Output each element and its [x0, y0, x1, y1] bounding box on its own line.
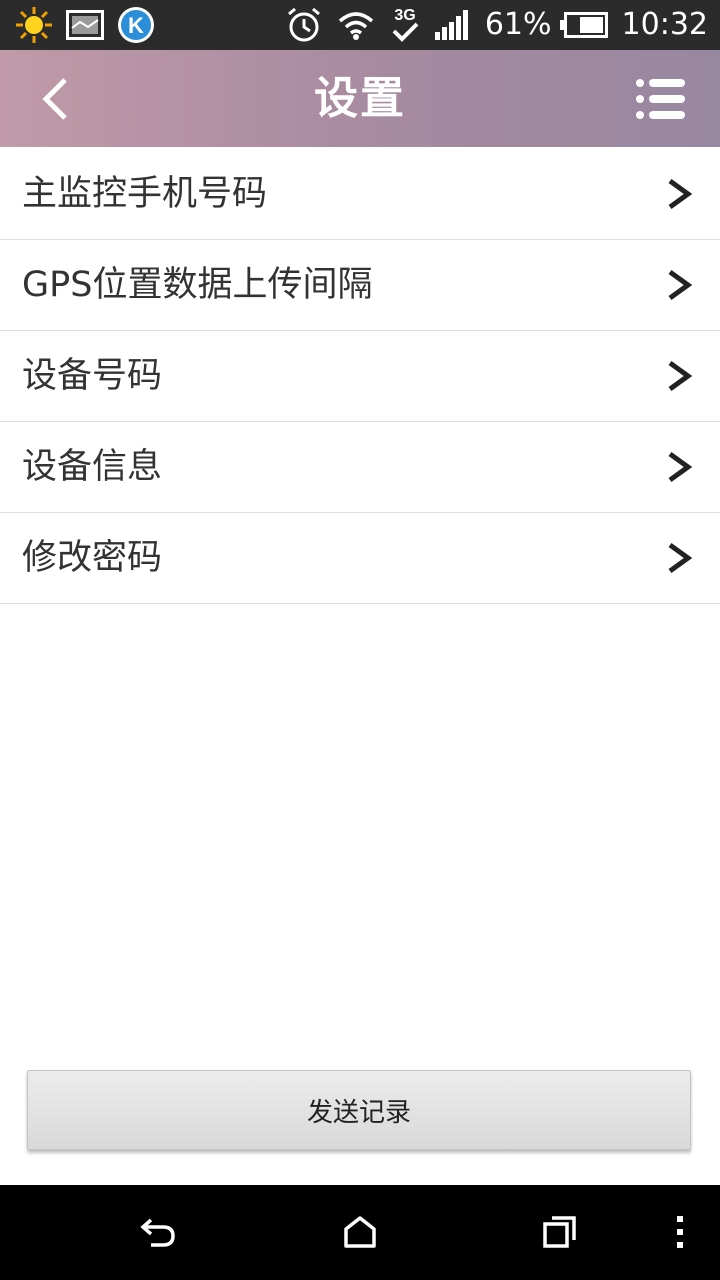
settings-item-label: 设备信息	[22, 447, 163, 487]
status-bar: K 3G 61% 10:32	[0, 0, 720, 50]
settings-item-label: GPS位置数据上传间隔	[22, 265, 373, 305]
chevron-right-icon	[668, 451, 693, 483]
list-menu-icon	[636, 79, 685, 119]
settings-item-label: 设备号码	[22, 356, 163, 396]
chevron-right-icon	[668, 178, 693, 210]
notification-icons: K	[14, 5, 156, 45]
settings-item-label: 主监控手机号码	[22, 174, 268, 214]
settings-list: 主监控手机号码 GPS位置数据上传间隔 设备号码 设备信息 修改密码	[0, 149, 720, 604]
kugou-app-icon: K	[118, 7, 154, 43]
nav-back-button[interactable]	[124, 1200, 194, 1264]
page-title: 设置	[314, 73, 406, 124]
signal-icon	[434, 10, 468, 40]
clock: 10:32	[621, 7, 708, 42]
settings-item-change-password[interactable]: 修改密码	[0, 513, 720, 604]
back-button[interactable]	[30, 72, 80, 126]
settings-item-device-info[interactable]: 设备信息	[0, 422, 720, 513]
svg-text:K: K	[128, 13, 144, 38]
chevron-right-icon	[668, 542, 693, 574]
menu-button[interactable]	[632, 74, 690, 124]
recent-apps-icon	[543, 1216, 576, 1248]
settings-item-gps-interval[interactable]: GPS位置数据上传间隔	[0, 240, 720, 331]
nav-home-button[interactable]	[325, 1200, 395, 1264]
settings-item-device-number[interactable]: 设备号码	[0, 331, 720, 422]
chevron-right-icon	[668, 269, 693, 301]
nav-recent-apps-button[interactable]	[525, 1200, 595, 1264]
nav-overflow-menu-button[interactable]	[645, 1200, 715, 1264]
system-status: 3G 61% 10:32	[285, 5, 708, 45]
app-header: 设置	[0, 50, 720, 147]
battery-icon	[559, 12, 608, 38]
settings-item-label: 修改密码	[22, 538, 163, 578]
3g-data-icon: 3G	[392, 7, 419, 42]
overflow-menu-icon	[677, 1216, 683, 1248]
wifi-icon	[338, 12, 373, 40]
send-records-button[interactable]: 发送记录	[27, 1070, 691, 1150]
alarm-icon	[287, 7, 320, 42]
back-icon	[140, 1218, 175, 1247]
navigation-bar	[0, 1185, 720, 1280]
home-icon	[344, 1216, 376, 1248]
svg-text:3G: 3G	[394, 7, 415, 24]
chevron-left-icon	[42, 78, 67, 120]
weather-sun-icon	[16, 7, 52, 43]
gallery-icon	[66, 10, 104, 40]
send-records-label: 发送记录	[306, 1097, 411, 1128]
settings-item-monitor-phone[interactable]: 主监控手机号码	[0, 149, 720, 240]
chevron-right-icon	[668, 360, 693, 392]
battery-percent: 61%	[484, 7, 552, 42]
